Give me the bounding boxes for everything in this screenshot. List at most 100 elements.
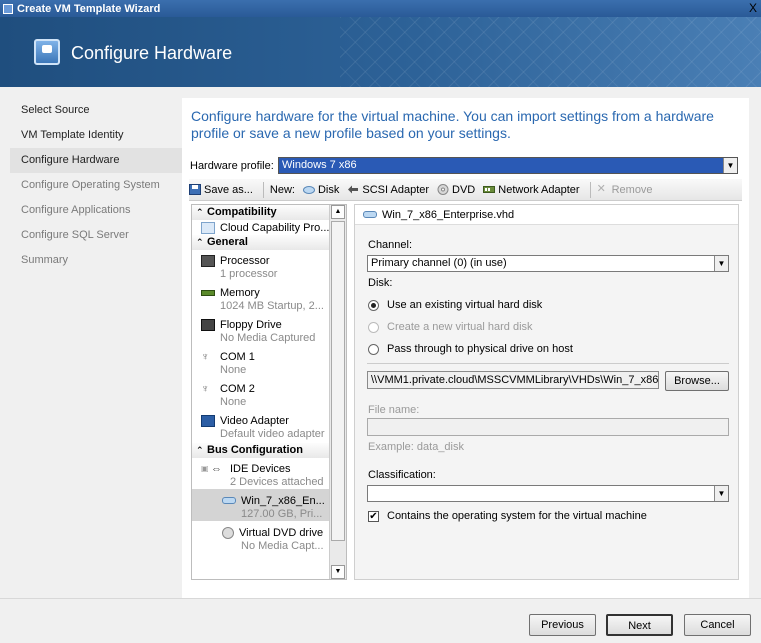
new-scsi-adapter-button[interactable]: SCSI Adapter <box>347 184 429 196</box>
new-dvd-button[interactable]: DVD <box>437 184 475 196</box>
toolbar-separator <box>262 181 264 198</box>
remove-label: Remove <box>611 183 653 196</box>
chevron-down-icon[interactable]: ▼ <box>714 256 728 271</box>
tree-item-vhd[interactable]: Win_7_x86_En... 127.00 GB, Pri... <box>192 489 346 521</box>
tree-item-label: Processor <box>220 254 270 267</box>
browse-button[interactable]: Browse... <box>665 371 729 391</box>
wizard-footer: Previous Next Cancel <box>0 598 761 643</box>
classification-select[interactable]: ▼ <box>367 485 729 502</box>
radio-selected-icon <box>368 299 379 311</box>
hardware-profile-label: Hardware profile: <box>190 160 274 172</box>
tree-item-com1[interactable]: ♆ COM 1 None <box>192 345 346 377</box>
tree-item-detail: Default video adapter <box>220 428 325 440</box>
nav-item-configure-operating-system: Configure Operating System <box>21 179 160 191</box>
new-network-adapter-button[interactable]: Network Adapter <box>483 184 580 196</box>
section-general-label: General <box>207 236 248 248</box>
new-scsi-label: SCSI Adapter <box>362 183 430 196</box>
scroll-down-icon[interactable]: ▼ <box>331 565 345 579</box>
tree-item-detail: 1 processor <box>220 268 278 280</box>
remove-x-icon: ✕ <box>596 183 606 195</box>
floppy-icon <box>201 318 215 331</box>
tree-item-detail: No Media Capt... <box>241 540 324 552</box>
section-compatibility-label: Compatibility <box>207 206 277 218</box>
tree-item-label: Video Adapter <box>220 414 289 427</box>
tree-item-processor[interactable]: Processor 1 processor <box>192 250 346 281</box>
nav-item-configure-sql-server: Configure SQL Server <box>21 229 129 241</box>
wizard-banner: Configure Hardware <box>0 17 761 87</box>
contains-os-checkbox[interactable]: ✔ Contains the operating system for the … <box>368 510 647 522</box>
page-title: Configure Hardware <box>71 43 233 63</box>
cloud-profile-icon <box>201 221 215 234</box>
radio-new-label: Create a new virtual hard disk <box>387 321 533 333</box>
virtual-disk-icon <box>222 497 236 504</box>
virtual-disk-icon <box>363 211 377 218</box>
hardware-profile-select[interactable]: Windows 7 x86 ▼ <box>278 157 738 174</box>
tree-item-detail: 127.00 GB, Pri... <box>241 508 323 520</box>
tree-item-virtual-dvd[interactable]: Virtual DVD drive No Media Capt... <box>192 521 346 553</box>
tree-scrollbar[interactable]: ▲ ▼ <box>329 205 346 579</box>
new-dvd-label: DVD <box>452 183 476 196</box>
new-disk-label: Disk <box>317 183 340 196</box>
section-compatibility[interactable]: ⌃ Compatibility <box>192 205 346 220</box>
tree-item-memory[interactable]: Memory 1024 MB Startup, 2... <box>192 281 346 313</box>
section-general[interactable]: ⌃ General <box>192 235 346 250</box>
channel-label: Channel: <box>368 239 413 251</box>
selected-disk-name: Win_7_x86_Enterprise.vhd <box>382 208 515 221</box>
previous-button[interactable]: Previous <box>529 614 596 636</box>
next-button[interactable]: Next <box>606 614 673 636</box>
configure-hardware-icon <box>34 39 60 65</box>
memory-icon <box>201 289 215 296</box>
tree-item-cloud-capability[interactable]: Cloud Capability Pro... <box>192 220 346 235</box>
section-bus-configuration[interactable]: ⌃ Bus Configuration <box>192 443 346 458</box>
expand-toggle-icon[interactable]: ▣ <box>201 464 211 473</box>
tree-item-detail: 2 Devices attached <box>230 476 324 488</box>
disk-icon <box>302 186 315 194</box>
radio-pass-through[interactable]: Pass through to physical drive on host <box>368 343 573 355</box>
scroll-thumb[interactable] <box>331 221 345 541</box>
tree-item-label: Win_7_x86_En... <box>241 494 325 507</box>
tree-item-com2[interactable]: ♆ COM 2 None <box>192 377 346 409</box>
remove-button[interactable]: ✕ Remove <box>597 184 653 196</box>
nav-item-configure-hardware[interactable]: Configure Hardware <box>10 148 182 173</box>
tree-item-label: Cloud Capability Pro... <box>220 221 330 234</box>
collapse-chevron-icon[interactable]: ⌃ <box>196 205 207 220</box>
dvd-drive-icon <box>222 526 234 539</box>
chevron-down-icon[interactable]: ▼ <box>714 486 728 501</box>
new-disk-button[interactable]: Disk <box>302 183 340 196</box>
page-heading: Configure hardware for the virtual machi… <box>191 108 714 141</box>
window-title: Create VM Template Wizard <box>17 2 161 15</box>
window-titlebar: Create VM Template Wizard X <box>0 0 761 17</box>
disk-path-field[interactable]: \\VMM1.private.cloud\MSSCVMMLibrary\VHDs… <box>367 371 659 389</box>
ide-controller-icon: ⇔ <box>211 462 222 475</box>
radio-icon <box>368 343 379 355</box>
channel-value: Primary channel (0) (in use) <box>371 257 507 269</box>
tree-item-video-adapter[interactable]: Video Adapter Default video adapter <box>192 409 346 441</box>
tree-item-floppy[interactable]: Floppy Drive No Media Captured <box>192 313 346 345</box>
nav-item-configure-applications: Configure Applications <box>21 204 131 216</box>
tree-item-label: IDE Devices <box>230 462 291 475</box>
divider <box>367 363 729 364</box>
collapse-chevron-icon[interactable]: ⌃ <box>196 443 207 458</box>
radio-existing-disk[interactable]: Use an existing virtual hard disk <box>368 299 542 311</box>
nav-item-select-source[interactable]: Select Source <box>10 98 182 123</box>
filename-label: File name: <box>368 404 420 416</box>
hardware-tree[interactable]: ⌃ Compatibility Cloud Capability Pro... ⌃… <box>191 204 347 580</box>
tree-item-detail: None <box>220 396 247 408</box>
scsi-adapter-icon <box>348 185 359 194</box>
tree-item-ide-devices[interactable]: ▣ ⇔ IDE Devices 2 Devices attached <box>192 458 346 489</box>
classification-label: Classification: <box>368 469 436 481</box>
new-label: New: <box>269 183 295 196</box>
cancel-button[interactable]: Cancel <box>684 614 751 636</box>
chevron-down-icon[interactable]: ▼ <box>723 158 737 173</box>
scroll-up-icon[interactable]: ▲ <box>331 205 345 219</box>
channel-select[interactable]: Primary channel (0) (in use) ▼ <box>367 255 729 272</box>
collapse-chevron-icon[interactable]: ⌃ <box>196 235 207 250</box>
com-port-icon: ♆ <box>201 350 210 363</box>
close-button[interactable]: X <box>749 1 757 15</box>
radio-icon <box>368 321 379 333</box>
save-as-button[interactable]: Save as... <box>189 184 253 196</box>
nav-item-vm-template-identity[interactable]: VM Template Identity <box>10 123 182 148</box>
floppy-save-icon <box>189 184 201 195</box>
hardware-toolbar: Save as... New: Disk SCSI Adapter DVD Ne… <box>189 179 742 201</box>
processor-icon <box>201 254 215 267</box>
